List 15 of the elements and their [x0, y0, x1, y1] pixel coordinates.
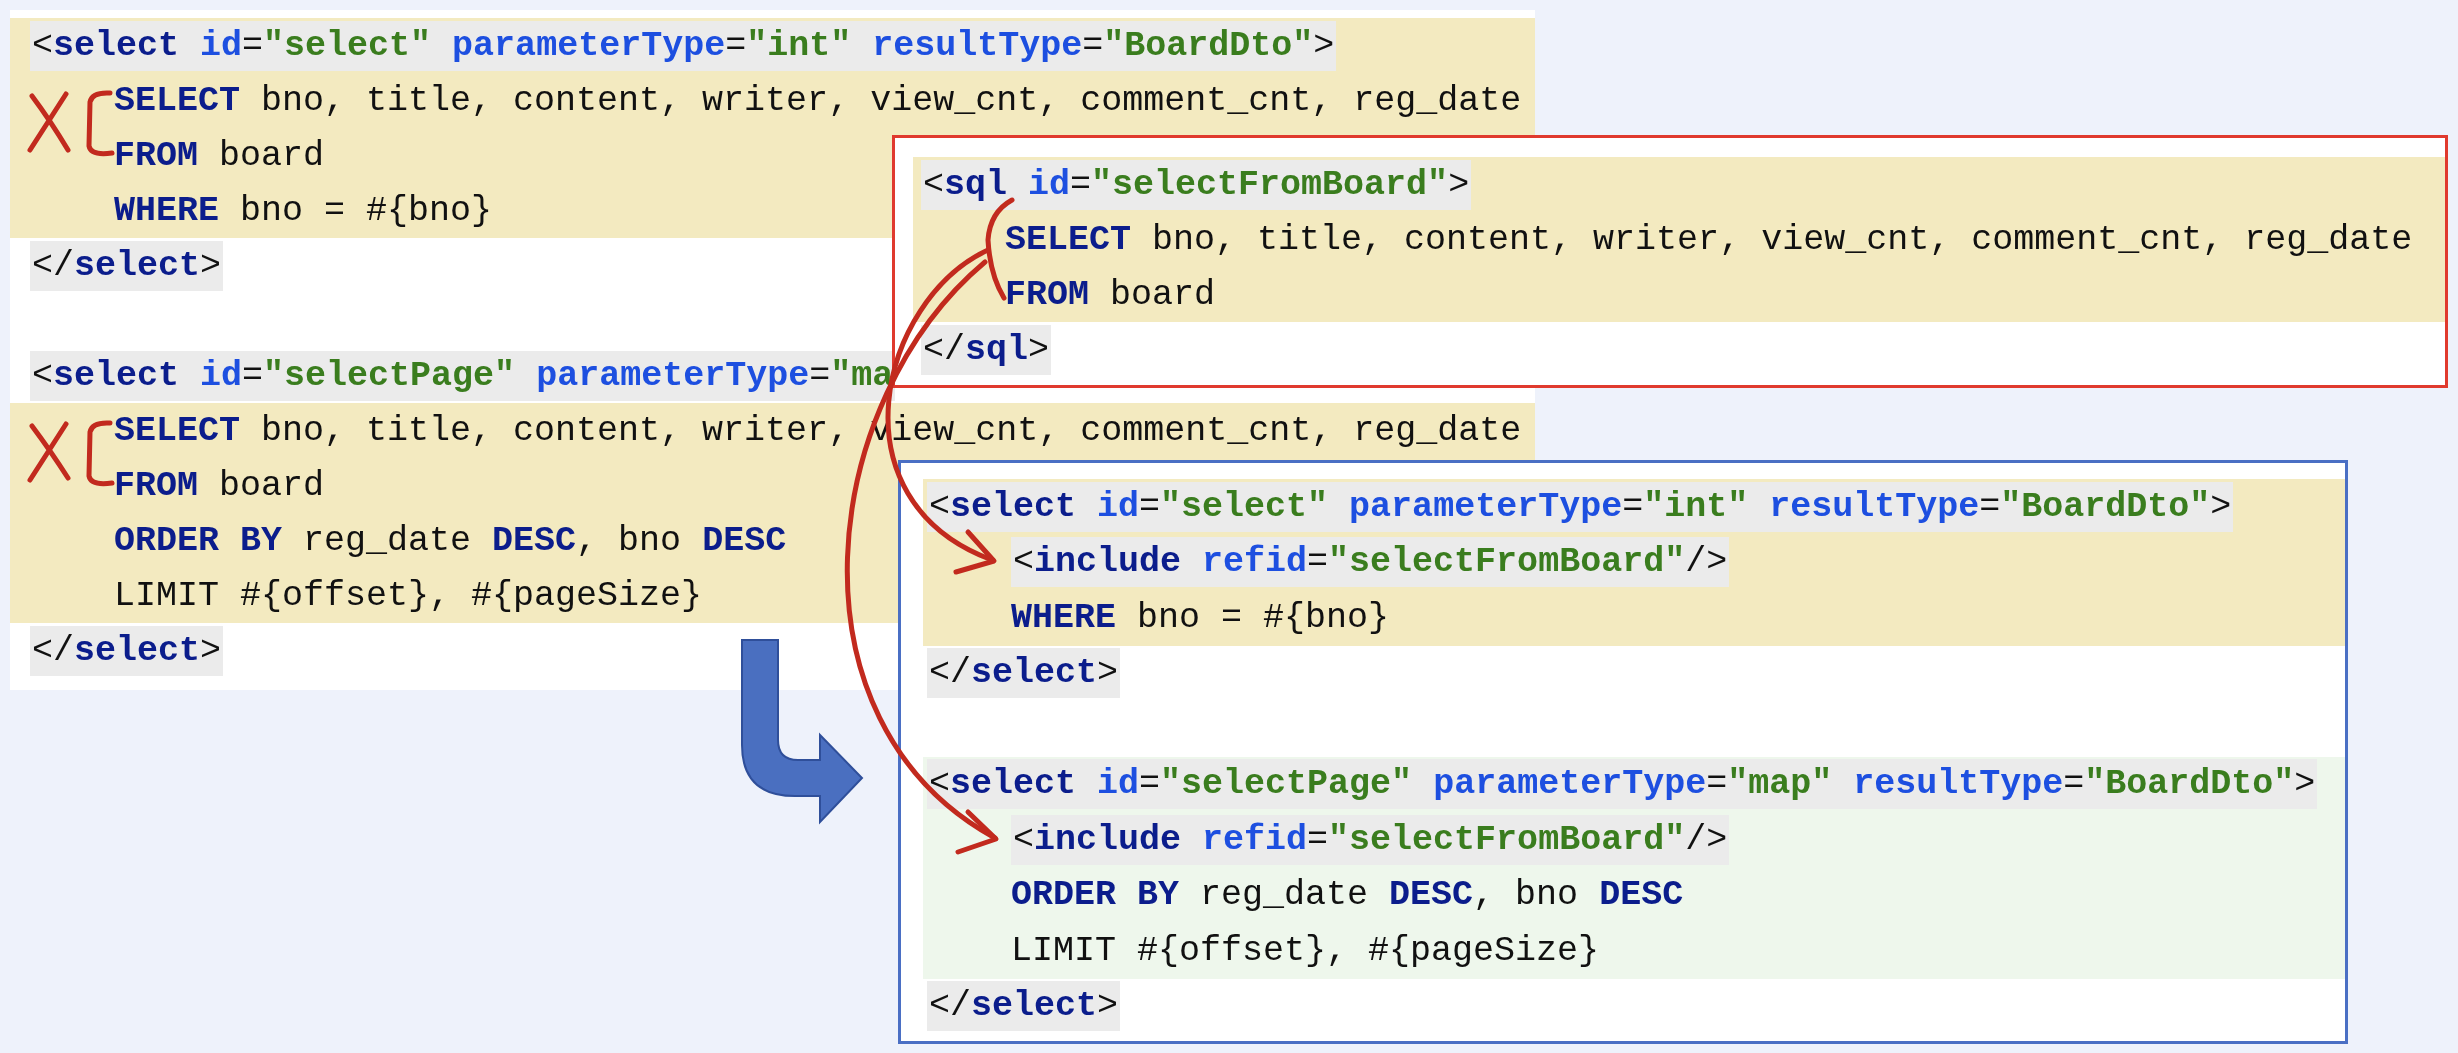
code-line: LIMIT #{offset}, #{pageSize}	[1011, 929, 1600, 972]
code-line: WHERE bno = #{bno}	[114, 189, 493, 232]
code-line: SELECT bno, title, content, writer, view_cnt, comment_cnt, reg_date	[1005, 218, 2413, 261]
code-line: SELECT bno, title, content, writer, view_cnt, comment_cnt, reg_date	[114, 79, 1522, 122]
cross-mark	[27, 421, 71, 483]
code-line: FROM board	[114, 464, 325, 507]
code-line: FROM board	[1005, 273, 1216, 316]
code-line: FROM board	[114, 134, 325, 177]
cross-mark	[27, 91, 71, 153]
code-line: ORDER BY reg_date DESC, bno DESC	[1011, 874, 1684, 917]
code-line: ORDER BY reg_date DESC, bno DESC	[114, 519, 787, 562]
bracket-mark	[86, 90, 115, 157]
code-line: WHERE bno = #{bno}	[1011, 596, 1390, 639]
bracket-mark	[86, 420, 115, 487]
code-line: LIMIT #{offset}, #{pageSize}	[114, 574, 703, 617]
